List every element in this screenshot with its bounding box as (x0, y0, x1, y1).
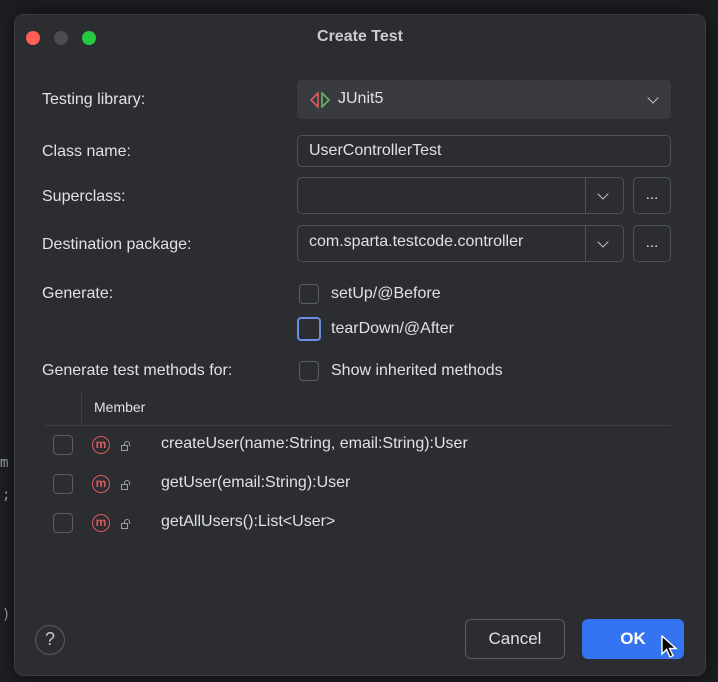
table-row[interactable]: m getUser(email:String):User (45, 470, 671, 496)
teardown-after-checkbox[interactable] (297, 317, 321, 341)
show-inherited-checkbox[interactable] (299, 361, 319, 381)
destination-package-value: com.sparta.testcode.controller (309, 233, 524, 250)
method-checkbox[interactable] (53, 513, 73, 533)
lock-icon (121, 519, 130, 529)
junit-icon (310, 92, 331, 108)
method-checkbox[interactable] (53, 435, 73, 455)
setup-before-option[interactable]: setUp/@Before (299, 284, 499, 306)
setup-before-label: setUp/@Before (331, 285, 441, 302)
superclass-browse-button[interactable]: ... (633, 177, 671, 214)
teardown-after-option[interactable]: tearDown/@After (297, 317, 499, 341)
superclass-combo[interactable] (297, 177, 624, 214)
generate-label: Generate: (42, 285, 114, 302)
background-glyph: ; (2, 487, 11, 503)
title-bar[interactable]: Create Test (15, 15, 705, 61)
method-icon: m (92, 514, 110, 532)
combo-separator (585, 178, 586, 213)
dialog-title: Create Test (317, 28, 403, 45)
background-glyph: ) (2, 607, 11, 623)
teardown-after-label: tearDown/@After (331, 320, 454, 337)
method-icon: m (92, 475, 110, 493)
class-name-input[interactable]: UserControllerTest (297, 135, 671, 167)
combo-separator (585, 226, 586, 261)
destination-package-combo[interactable]: com.sparta.testcode.controller (297, 225, 624, 262)
create-test-dialog: Create Test Testing library: JUnit5 Clas… (14, 14, 706, 676)
testing-library-select[interactable]: JUnit5 (297, 80, 671, 119)
superclass-label: Superclass: (42, 188, 126, 205)
cancel-button[interactable]: Cancel (465, 619, 565, 659)
destination-package-browse-button[interactable]: ... (633, 225, 671, 262)
method-signature: createUser(name:String, email:String):Us… (161, 435, 468, 452)
class-name-value: UserControllerTest (309, 142, 442, 159)
help-button[interactable]: ? (35, 625, 65, 655)
table-column-divider (81, 393, 82, 425)
show-inherited-label: Show inherited methods (331, 362, 503, 379)
table-row[interactable]: m getAllUsers():List<User> (45, 509, 671, 535)
testing-library-label: Testing library: (42, 91, 146, 108)
lock-icon (121, 441, 130, 451)
method-signature: getUser(email:String):User (161, 474, 351, 491)
method-icon: m (92, 436, 110, 454)
mouse-pointer-icon (661, 635, 678, 658)
class-name-label: Class name: (42, 143, 131, 160)
member-column-header[interactable]: Member (94, 399, 145, 415)
chevron-down-icon[interactable] (597, 236, 609, 248)
method-signature: getAllUsers():List<User> (161, 513, 336, 530)
test-methods-label: Generate test methods for: (42, 362, 233, 379)
table-header-divider (45, 425, 671, 426)
show-inherited-option[interactable]: Show inherited methods (299, 361, 559, 383)
lock-icon (121, 480, 130, 490)
background-glyph: m (0, 455, 9, 471)
chevron-down-icon[interactable] (597, 188, 609, 200)
destination-package-label: Destination package: (42, 236, 192, 253)
testing-library-value: JUnit5 (338, 90, 384, 107)
method-checkbox[interactable] (53, 474, 73, 494)
setup-before-checkbox[interactable] (299, 284, 319, 304)
chevron-down-icon (647, 92, 659, 104)
table-row[interactable]: m createUser(name:String, email:String):… (45, 431, 671, 457)
